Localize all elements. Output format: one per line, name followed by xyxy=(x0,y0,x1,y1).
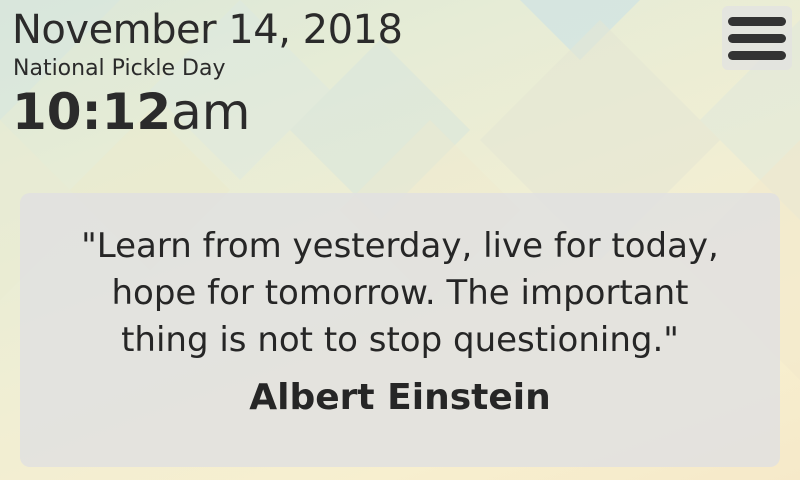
hamburger-menu-icon-bar xyxy=(728,33,786,43)
date-display: November 14, 2018 xyxy=(12,7,403,53)
quote-text: "Learn from yesterday, live for today, h… xyxy=(81,226,719,360)
time-hours-minutes: 10:12 xyxy=(12,83,172,141)
hamburger-menu-icon-bar xyxy=(728,16,786,26)
menu-button[interactable] xyxy=(722,6,792,70)
quote-card: "Learn from yesterday, live for today, h… xyxy=(20,193,780,467)
hamburger-menu-icon-bar xyxy=(728,50,786,60)
holiday-label: National Pickle Day xyxy=(13,56,226,81)
time-display: 10:12am xyxy=(12,84,251,140)
quote-author: Albert Einstein xyxy=(249,377,551,418)
time-ampm: am xyxy=(171,83,251,141)
